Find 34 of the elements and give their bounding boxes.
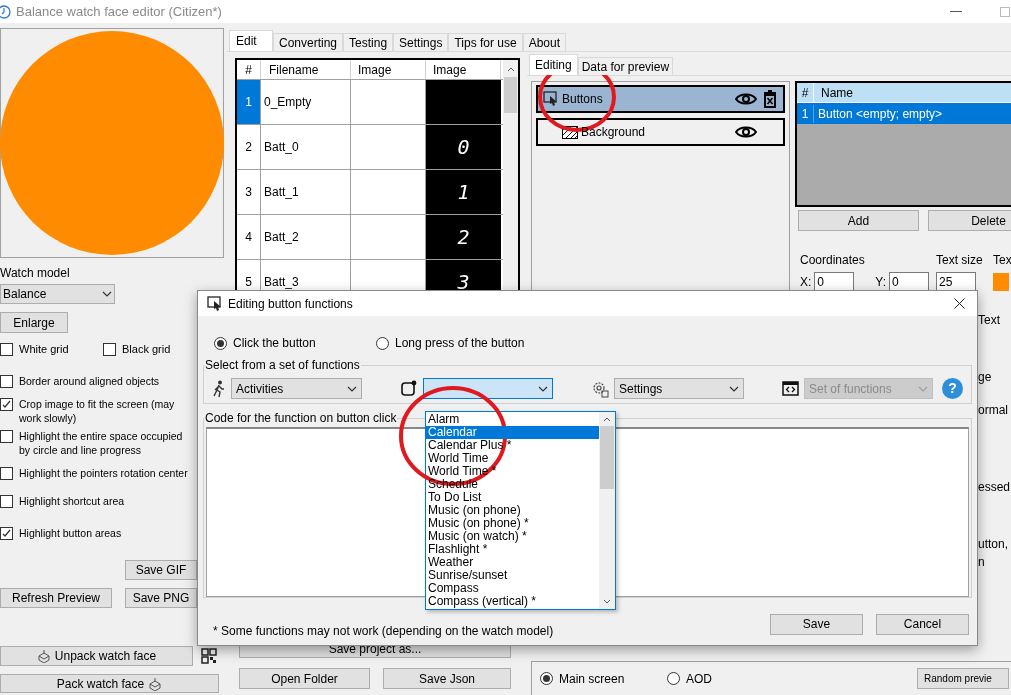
table-cell: Batt_2 xyxy=(261,215,351,259)
column-header: Filename xyxy=(261,60,351,79)
group-label: Code for the function on button click xyxy=(204,410,398,427)
window-title: Balance watch face editor (Citizen*) xyxy=(16,2,222,21)
table-cell: Batt_0 xyxy=(261,125,351,169)
footnote: * Some functions may not work (depending on the watch model) xyxy=(213,623,554,640)
partial-label: ormal xyxy=(978,402,1009,419)
digit-image: 1 xyxy=(457,179,470,206)
column-header: # xyxy=(797,83,814,102)
table-cell: 0_Empty xyxy=(261,80,351,124)
partial-label: utton, xyxy=(978,536,1010,553)
column-header: Image xyxy=(351,60,426,79)
digit-image: 2 xyxy=(457,224,470,251)
digit-image: 3 xyxy=(457,269,470,296)
y-label: Y: xyxy=(875,273,887,291)
partial-label: n xyxy=(978,554,986,571)
x-label: X: xyxy=(800,273,812,291)
partial-label: ge xyxy=(978,369,993,386)
table-cell-text: Button <empty; empty> xyxy=(817,105,943,123)
layer-name: Buttons xyxy=(562,91,603,108)
text-size-label: Text size xyxy=(936,252,984,269)
group-label: Select from a set of functions xyxy=(204,357,361,374)
table-cell: Batt_1 xyxy=(261,170,351,214)
column-header: Image xyxy=(426,60,501,79)
partial-label: Text xyxy=(978,312,1001,329)
layer-name: Background xyxy=(581,124,646,141)
coordinates-label: Coordinates xyxy=(800,252,866,269)
watch-model-label: Watch model xyxy=(0,265,71,282)
partial-label: essed xyxy=(978,479,1011,496)
column-header: Name xyxy=(820,85,853,102)
column-header: # xyxy=(237,60,261,79)
digit-image: 0 xyxy=(457,134,470,161)
row-number-cell: 1 xyxy=(797,104,814,123)
text-color-label: Tex xyxy=(993,252,1011,269)
